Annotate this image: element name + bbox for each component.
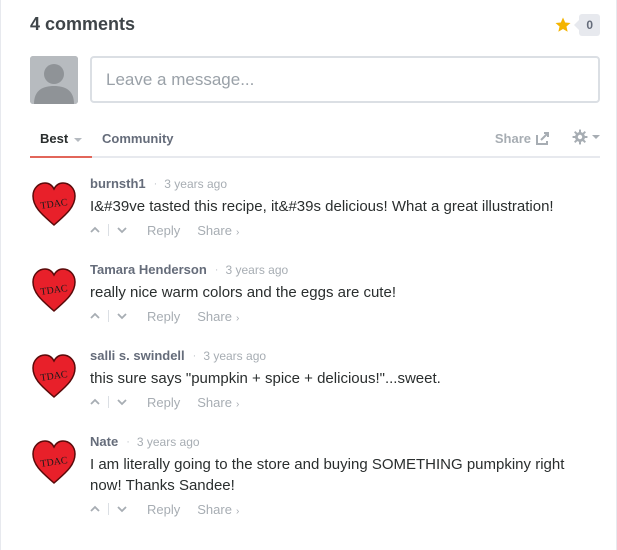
comment-meta: burnsth1 · 3 years ago <box>90 176 600 192</box>
heart-avatar[interactable]: TDAC <box>30 352 78 400</box>
share-button[interactable]: Share › <box>197 309 239 324</box>
comment-author[interactable]: Nate <box>90 434 118 450</box>
share-icon <box>536 132 549 145</box>
comment-actions: Reply Share › <box>90 308 600 324</box>
share-label: Share <box>197 308 232 324</box>
comment-time[interactable]: 3 years ago <box>137 434 200 450</box>
chevron-down-icon <box>74 137 83 142</box>
reply-button[interactable]: Reply <box>147 309 180 324</box>
chevron-down-icon <box>592 135 600 139</box>
comment-time[interactable]: 3 years ago <box>225 262 288 278</box>
heart-avatar[interactable]: TDAC <box>30 438 78 486</box>
comment-body: Nate · 3 years ago I am literally going … <box>90 434 600 517</box>
meta-separator: · <box>192 350 197 362</box>
share-label: Share <box>197 222 232 238</box>
left-border <box>0 0 1 550</box>
comment-body: salli s. swindell · 3 years ago this sur… <box>90 348 600 410</box>
recommend-count: 0 <box>574 14 600 36</box>
comment-count: 4 comments <box>30 14 136 34</box>
tab-community-label: Community <box>102 131 174 146</box>
share-button[interactable]: Share › <box>197 502 239 517</box>
person-icon <box>30 56 78 104</box>
heart-avatar[interactable]: TDAC <box>30 266 78 314</box>
reply-button[interactable]: Reply <box>147 223 180 238</box>
recommend-widget[interactable]: 0 <box>554 14 600 36</box>
upvote-icon[interactable] <box>90 225 100 235</box>
comment-actions: Reply Share › <box>90 394 600 410</box>
comment-composer <box>30 56 600 104</box>
star-icon[interactable] <box>554 16 572 34</box>
comment-meta: Nate · 3 years ago <box>90 434 600 450</box>
comment-text: I&#39ve tasted this recipe, it&#39s deli… <box>90 198 554 215</box>
comment-actions: Reply Share › <box>90 222 600 238</box>
tab-best-label: Best <box>40 131 69 146</box>
share-button[interactable]: Share › <box>197 395 239 410</box>
comment-meta: Tamara Henderson · 3 years ago <box>90 262 600 278</box>
comment-text: this sure says "pumpkin + spice + delici… <box>90 370 441 387</box>
chevron-right-icon: › <box>235 505 240 517</box>
vote-divider <box>108 503 109 515</box>
chevron-right-icon: › <box>235 312 240 324</box>
comment-body: burnsth1 · 3 years ago I&#39ve tasted th… <box>90 176 600 238</box>
comment-body: Tamara Henderson · 3 years ago really ni… <box>90 262 600 324</box>
reply-button[interactable]: Reply <box>147 395 180 410</box>
comment-time[interactable]: 3 years ago <box>203 348 266 364</box>
downvote-icon[interactable] <box>117 311 127 321</box>
upvote-icon[interactable] <box>90 311 100 321</box>
meta-separator: · <box>126 436 130 448</box>
meta-separator: · <box>214 264 219 276</box>
share-thread-button[interactable]: Share <box>495 131 550 146</box>
sort-nav: Best Community Share <box>30 126 600 158</box>
downvote-icon[interactable] <box>117 225 127 235</box>
comment-text: really nice warm colors and the eggs are… <box>90 284 396 301</box>
comment-author[interactable]: Tamara Henderson <box>90 262 207 278</box>
comment-author[interactable]: burnsth1 <box>90 176 146 192</box>
comments-header: 4 comments 0 <box>30 14 600 38</box>
vote-divider <box>108 396 109 408</box>
chevron-right-icon: › <box>235 398 240 410</box>
comment-time[interactable]: 3 years ago <box>164 176 227 192</box>
comment-actions: Reply Share › <box>90 501 600 517</box>
downvote-icon[interactable] <box>117 397 127 407</box>
share-label: Share <box>197 394 232 410</box>
meta-separator: · <box>153 178 158 190</box>
reply-button[interactable]: Reply <box>147 502 180 517</box>
vote-divider <box>108 310 109 322</box>
comment-text: I am literally going to the store and bu… <box>90 456 565 494</box>
comment-meta: salli s. swindell · 3 years ago <box>90 348 600 364</box>
gear-icon <box>572 129 588 145</box>
tab-community[interactable]: Community <box>102 131 174 146</box>
vote-divider <box>108 224 109 236</box>
share-button[interactable]: Share › <box>197 223 239 238</box>
downvote-icon[interactable] <box>117 504 127 514</box>
user-avatar[interactable] <box>30 56 78 104</box>
chevron-right-icon: › <box>235 226 240 238</box>
upvote-icon[interactable] <box>90 504 100 514</box>
settings-menu-button[interactable] <box>572 129 600 145</box>
tab-best[interactable]: Best <box>30 131 92 158</box>
heart-avatar[interactable]: TDAC <box>30 180 78 228</box>
comment-author[interactable]: salli s. swindell <box>90 348 185 364</box>
share-label: Share <box>197 501 232 517</box>
message-input[interactable] <box>90 56 600 103</box>
upvote-icon[interactable] <box>90 397 100 407</box>
share-thread-label: Share <box>494 131 531 146</box>
